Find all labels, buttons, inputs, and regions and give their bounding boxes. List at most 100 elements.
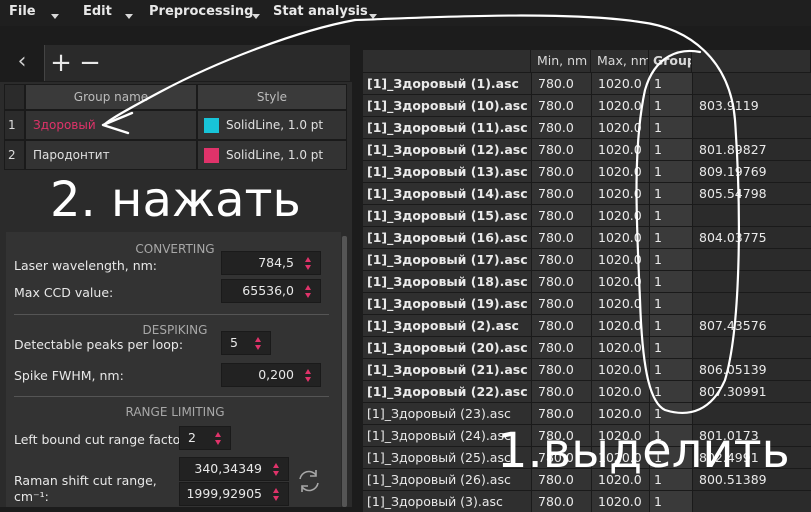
min-nm-cell[interactable]: 780.0 [531, 226, 591, 248]
max-nm-cell[interactable]: 1020.0 [591, 182, 649, 204]
min-nm-cell[interactable]: 780.0 [531, 248, 591, 270]
menu-edit[interactable]: Edit [83, 4, 133, 19]
group-name-cell[interactable]: Пародонтит [25, 140, 197, 170]
extra-value-cell[interactable] [692, 490, 811, 512]
group-cell[interactable]: 1 [649, 138, 692, 160]
min-nm-cell[interactable]: 780.0 [531, 270, 591, 292]
back-button[interactable]: ‹ [8, 47, 36, 77]
extra-value-cell[interactable]: 807.43576 [692, 314, 811, 336]
header-max-nm[interactable]: Max, nm [591, 50, 649, 72]
group-cell[interactable]: 1 [649, 226, 692, 248]
filename-cell[interactable]: [1]_Здоровый (1).asc [363, 72, 531, 94]
max-nm-cell[interactable]: 1020.0 [591, 270, 649, 292]
max-nm-cell[interactable]: 1020.0 [591, 138, 649, 160]
min-nm-cell[interactable]: 780.0 [531, 160, 591, 182]
arrow-down-icon[interactable] [305, 265, 311, 270]
extra-value-cell[interactable] [692, 116, 811, 138]
add-group-button[interactable]: + [50, 48, 72, 78]
filename-cell[interactable]: [1]_Здоровый (22).asc [363, 380, 531, 402]
group-cell[interactable]: 1 [649, 358, 692, 380]
min-nm-cell[interactable]: 780.0 [531, 490, 591, 512]
refresh-icon[interactable] [295, 467, 323, 495]
filename-cell[interactable]: [1]_Здоровый (20).asc [363, 336, 531, 358]
max-nm-cell[interactable]: 1020.0 [591, 248, 649, 270]
max-ccd-spinbox[interactable]: 65536,0 [221, 279, 321, 303]
arrow-up-icon[interactable] [305, 369, 311, 374]
scrollbar-thumb[interactable] [342, 236, 347, 507]
filename-cell[interactable]: [1]_Здоровый (12).asc [363, 138, 531, 160]
arrow-up-icon[interactable] [273, 463, 279, 468]
left-bound-spinbox[interactable]: 2 [179, 426, 231, 450]
group-cell[interactable]: 1 [649, 380, 692, 402]
arrow-down-icon[interactable] [305, 293, 311, 298]
max-nm-cell[interactable]: 1020.0 [591, 490, 649, 512]
extra-value-cell[interactable] [692, 270, 811, 292]
arrow-down-icon[interactable] [255, 345, 261, 350]
max-nm-cell[interactable]: 1020.0 [591, 402, 649, 424]
min-nm-cell[interactable]: 780.0 [531, 292, 591, 314]
group-cell[interactable]: 1 [649, 292, 692, 314]
min-nm-cell[interactable]: 780.0 [531, 116, 591, 138]
extra-value-cell[interactable] [692, 72, 811, 94]
filename-cell[interactable]: [1]_Здоровый (11).asc [363, 116, 531, 138]
header-group[interactable]: Group [649, 50, 692, 72]
extra-value-cell[interactable]: 806.05139 [692, 358, 811, 380]
extra-value-cell[interactable] [692, 248, 811, 270]
group-cell[interactable]: 1 [649, 314, 692, 336]
max-nm-cell[interactable]: 1020.0 [591, 160, 649, 182]
filename-cell[interactable]: [1]_Здоровый (10).asc [363, 94, 531, 116]
raman-max-spinbox[interactable]: 1999,92905 [179, 482, 289, 506]
extra-value-cell[interactable]: 801.89827 [692, 138, 811, 160]
max-nm-cell[interactable]: 1020.0 [591, 358, 649, 380]
max-nm-cell[interactable]: 1020.0 [591, 226, 649, 248]
group-cell[interactable]: 1 [649, 336, 692, 358]
max-nm-cell[interactable]: 1020.0 [591, 314, 649, 336]
header-group-name[interactable]: Group name [25, 84, 197, 110]
menu-file[interactable]: File [9, 4, 59, 19]
group-style-cell[interactable]: SolidLine, 1.0 pt [197, 140, 347, 170]
arrow-down-icon[interactable] [273, 471, 279, 476]
arrow-up-icon[interactable] [305, 285, 311, 290]
filename-cell[interactable]: [1]_Здоровый (21).asc [363, 358, 531, 380]
filename-cell[interactable]: [1]_Здоровый (16).asc [363, 226, 531, 248]
arrow-up-icon[interactable] [215, 432, 221, 437]
min-nm-cell[interactable]: 780.0 [531, 94, 591, 116]
group-cell[interactable]: 1 [649, 182, 692, 204]
max-nm-cell[interactable]: 1020.0 [591, 292, 649, 314]
extra-value-cell[interactable] [692, 336, 811, 358]
filename-cell[interactable]: [1]_Здоровый (14).asc [363, 182, 531, 204]
laser-wavelength-spinbox[interactable]: 784,5 [221, 251, 321, 275]
max-nm-cell[interactable]: 1020.0 [591, 336, 649, 358]
min-nm-cell[interactable]: 780.0 [531, 336, 591, 358]
extra-value-cell[interactable] [692, 204, 811, 226]
arrow-up-icon[interactable] [273, 488, 279, 493]
group-cell[interactable]: 1 [649, 94, 692, 116]
filename-cell[interactable]: [1]_Здоровый (3).asc [363, 490, 531, 512]
max-nm-cell[interactable]: 1020.0 [591, 204, 649, 226]
header-min-nm[interactable]: Min, nm [531, 50, 591, 72]
filename-cell[interactable]: [1]_Здоровый (2).asc [363, 314, 531, 336]
filename-cell[interactable]: [1]_Здоровый (17).asc [363, 248, 531, 270]
group-cell[interactable]: 1 [649, 204, 692, 226]
group-name-cell[interactable]: Здоровый [25, 110, 197, 140]
min-nm-cell[interactable]: 780.0 [531, 138, 591, 160]
arrow-down-icon[interactable] [305, 377, 311, 382]
extra-value-cell[interactable] [692, 292, 811, 314]
extra-value-cell[interactable] [692, 402, 811, 424]
header-style[interactable]: Style [197, 84, 347, 110]
arrow-down-icon[interactable] [273, 496, 279, 501]
filename-cell[interactable]: [1]_Здоровый (15).asc [363, 204, 531, 226]
arrow-up-icon[interactable] [255, 337, 261, 342]
group-style-cell[interactable]: SolidLine, 1.0 pt [197, 110, 347, 140]
min-nm-cell[interactable]: 780.0 [531, 204, 591, 226]
min-nm-cell[interactable]: 780.0 [531, 182, 591, 204]
extra-value-cell[interactable]: 809.19769 [692, 160, 811, 182]
extra-value-cell[interactable]: 803.9119 [692, 94, 811, 116]
group-cell[interactable]: 1 [649, 72, 692, 94]
group-cell[interactable]: 1 [649, 402, 692, 424]
max-nm-cell[interactable]: 1020.0 [591, 380, 649, 402]
header-filename[interactable] [363, 50, 531, 72]
extra-value-cell[interactable]: 805.54798 [692, 182, 811, 204]
menu-preprocessing[interactable]: Preprocessing [149, 4, 260, 19]
extra-value-cell[interactable]: 804.03775 [692, 226, 811, 248]
